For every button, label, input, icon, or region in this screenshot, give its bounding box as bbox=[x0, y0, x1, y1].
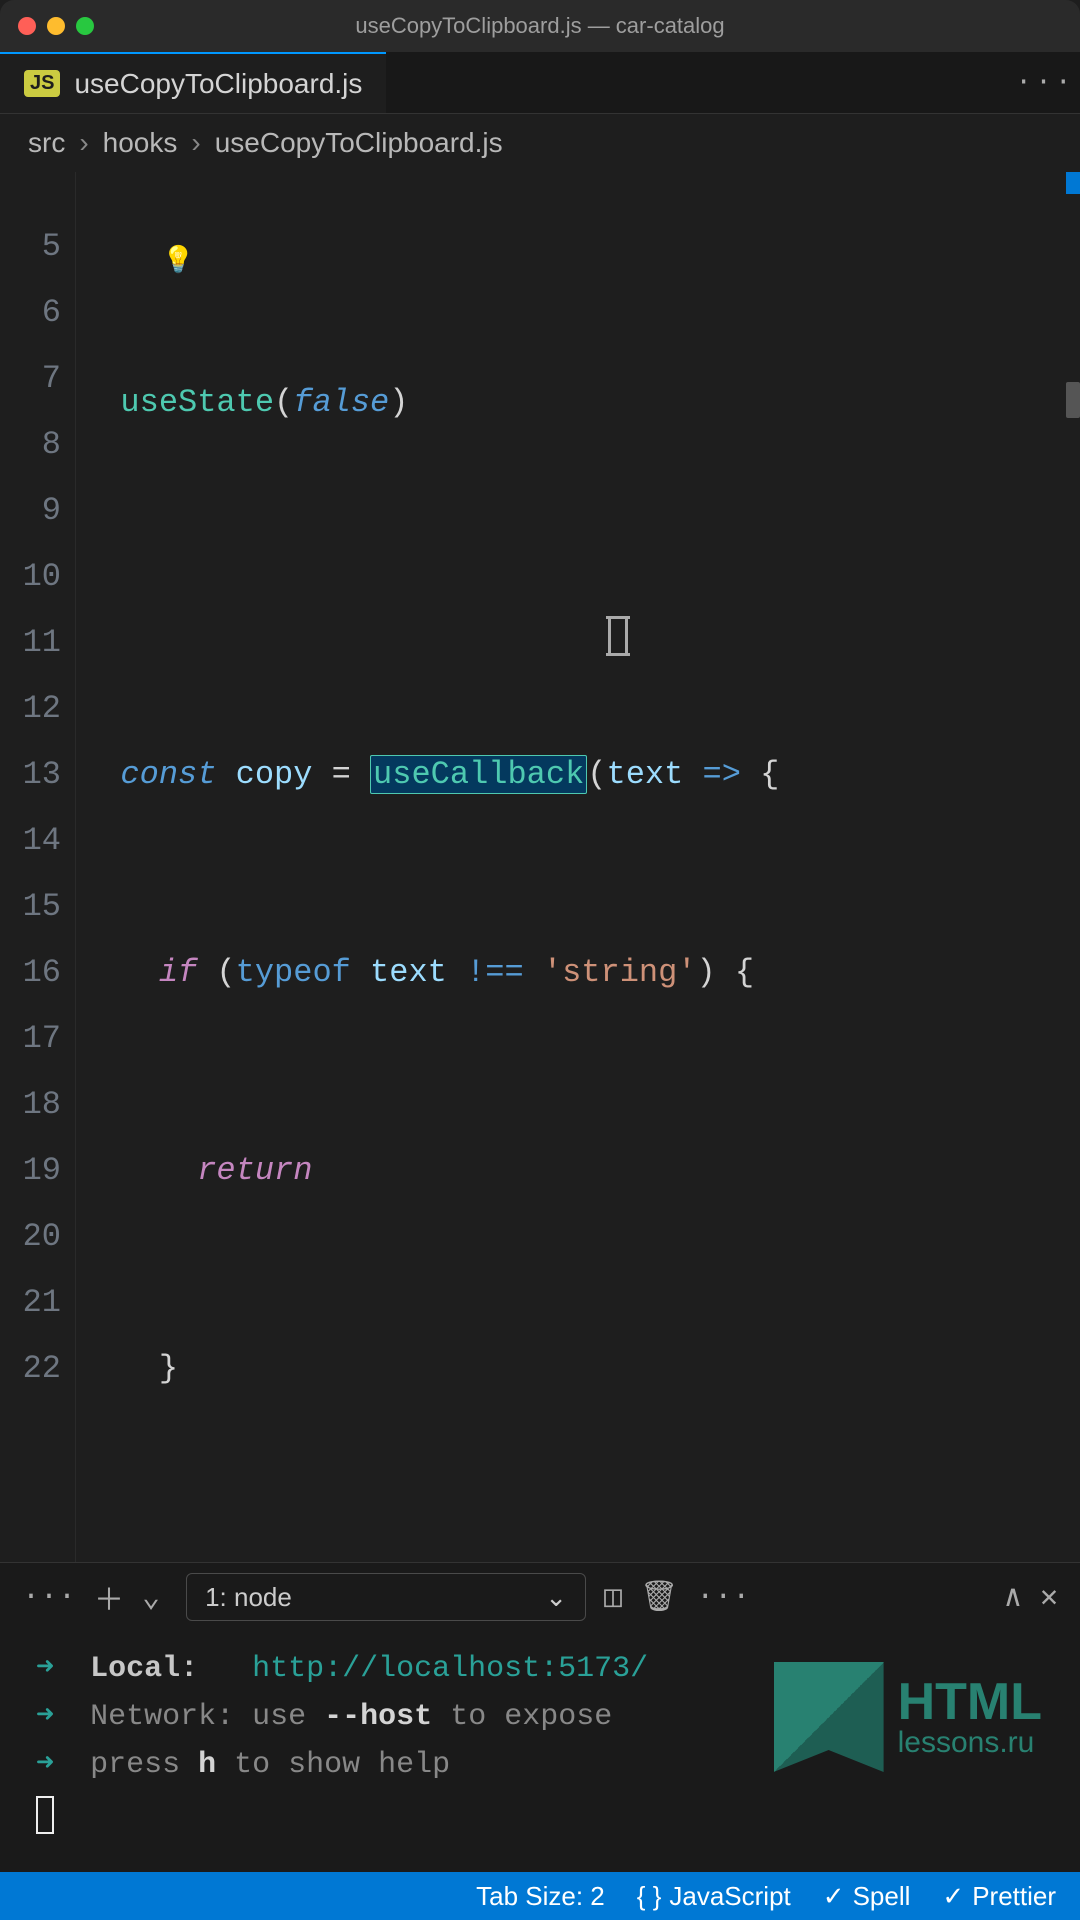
lightbulb-icon[interactable]: 💡 bbox=[162, 228, 194, 294]
chevron-right-icon: › bbox=[79, 127, 88, 159]
text-cursor-icon bbox=[608, 618, 628, 654]
terminal-toolbar: ··· ＋ ⌄ 1: node ⌄ ◫ 🗑 ··· ∧ ✕ bbox=[0, 1563, 1080, 1631]
status-language[interactable]: { }JavaScript bbox=[637, 1881, 791, 1912]
split-editor-icon[interactable]: ◫ bbox=[604, 1579, 622, 1616]
js-file-icon: JS bbox=[24, 70, 60, 97]
watermark-logo: HTML lessons.ru bbox=[774, 1662, 1042, 1772]
window-title: useCopyToClipboard.js — car-catalog bbox=[355, 13, 724, 39]
crumb-hooks[interactable]: hooks bbox=[103, 127, 178, 159]
status-bar: Tab Size: 2 { }JavaScript ✓Spell ✓Pretti… bbox=[0, 1872, 1080, 1920]
maximize-window-button[interactable] bbox=[76, 17, 94, 35]
titlebar: useCopyToClipboard.js — car-catalog bbox=[0, 0, 1080, 52]
terminal-split-dropdown-icon[interactable]: ⌄ bbox=[142, 1579, 160, 1616]
tab-overflow-button[interactable]: ··· bbox=[1010, 52, 1080, 113]
crumb-file[interactable]: useCopyToClipboard.js bbox=[215, 127, 503, 159]
chevron-down-icon: ⌄ bbox=[545, 1582, 567, 1613]
panel-more-icon[interactable]: ··· bbox=[22, 1580, 76, 1614]
traffic-lights bbox=[18, 17, 94, 35]
breadcrumbs[interactable]: src › hooks › useCopyToClipboard.js bbox=[0, 114, 1080, 172]
minimize-window-button[interactable] bbox=[47, 17, 65, 35]
terminal-output[interactable]: ➜ Local: http://localhost:5173/ ➜ Networ… bbox=[0, 1631, 1080, 1872]
status-spell[interactable]: ✓Spell bbox=[823, 1881, 911, 1912]
tab-bar: JS useCopyToClipboard.js ··· bbox=[0, 52, 1080, 114]
code-editor[interactable]: 5 6 7 8 9 10 11 12 13 14 15 16 17 18 19 … bbox=[0, 172, 1080, 1562]
close-window-button[interactable] bbox=[18, 17, 36, 35]
selected-text: useCallback bbox=[370, 755, 587, 794]
panel-more-icon[interactable]: ··· bbox=[696, 1580, 750, 1614]
line-number-gutter: 5 6 7 8 9 10 11 12 13 14 15 16 17 18 19 … bbox=[0, 172, 76, 1562]
trash-icon[interactable]: 🗑 bbox=[640, 1579, 678, 1616]
tab-filename: useCopyToClipboard.js bbox=[74, 68, 362, 100]
code-content[interactable]: 💡 useState(false) const copy = useCallba… bbox=[76, 172, 1080, 1562]
terminal-selector[interactable]: 1: node ⌄ bbox=[186, 1573, 586, 1621]
close-panel-icon[interactable]: ✕ bbox=[1040, 1579, 1058, 1616]
chevron-right-icon: › bbox=[191, 127, 200, 159]
status-tabsize[interactable]: Tab Size: 2 bbox=[476, 1881, 605, 1912]
maximize-panel-icon[interactable]: ∧ bbox=[1004, 1579, 1022, 1616]
html5-icon bbox=[774, 1662, 884, 1772]
terminal-cursor bbox=[36, 1796, 54, 1834]
editor-tab[interactable]: JS useCopyToClipboard.js bbox=[0, 52, 386, 113]
new-terminal-icon[interactable]: ＋ bbox=[94, 1575, 124, 1620]
terminal-panel: ··· ＋ ⌄ 1: node ⌄ ◫ 🗑 ··· ∧ ✕ ➜ Local: h… bbox=[0, 1562, 1080, 1872]
status-prettier[interactable]: ✓Prettier bbox=[942, 1881, 1056, 1912]
crumb-src[interactable]: src bbox=[28, 127, 65, 159]
